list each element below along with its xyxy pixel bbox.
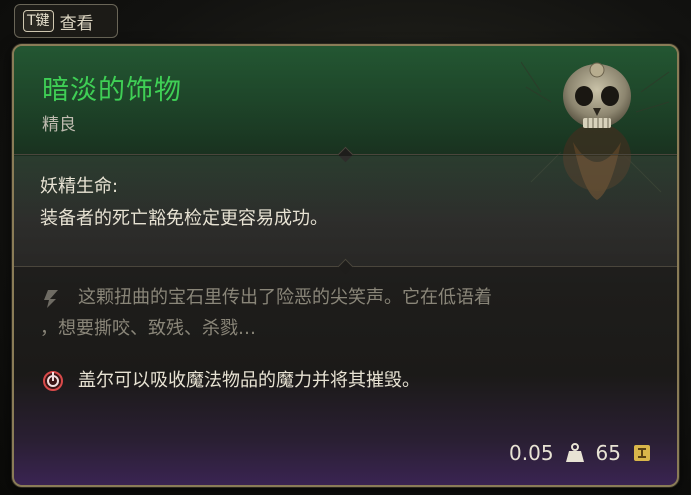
item-name: 暗淡的饰物 (42, 75, 182, 106)
item-footer: 0.05 65 (509, 441, 653, 465)
quill-icon (44, 290, 58, 308)
item-tooltip: 暗淡的饰物 精良 妖精生命: 装备者的死亡豁免检定更容易成功。 这颗扭曲的宝石里… (12, 44, 679, 487)
inspect-label: 查看 (59, 13, 94, 34)
flavor-row: 这颗扭曲的宝石里传出了险恶的尖笑声。它在低语着 ，想要撕咬、致残、杀戮… (40, 282, 650, 344)
flavor-line-2: ，想要撕咬、致残、杀戮… (40, 318, 256, 339)
effect-description: 装备者的死亡豁免检定更容易成功。 (40, 208, 328, 229)
effect-title: 妖精生命: (40, 176, 119, 197)
note-text: 盖尔可以吸收魔法物品的魔力并将其摧毁。 (78, 370, 420, 391)
effect-section: 妖精生命: 装备者的死亡豁免检定更容易成功。 (14, 156, 677, 266)
item-rarity: 精良 (42, 115, 76, 135)
key-badge: T键 (23, 10, 54, 32)
flavor-line-1: 这颗扭曲的宝石里传出了险恶的尖笑声。它在低语着 (78, 287, 492, 308)
flavor-section: 这颗扭曲的宝石里传出了险恶的尖笑声。它在低语着 ，想要撕咬、致残、杀戮… (40, 282, 650, 344)
gold-coin-icon (634, 445, 650, 461)
gale-absorb-icon (43, 371, 63, 391)
weight-value: 0.05 (509, 441, 554, 465)
inspect-key-hint[interactable]: T键 查看 (14, 4, 118, 38)
weight-icon (565, 443, 584, 462)
note-section: 盖尔可以吸收魔法物品的魔力并将其摧毁。 (40, 366, 660, 396)
gold-value: 65 (595, 441, 621, 465)
